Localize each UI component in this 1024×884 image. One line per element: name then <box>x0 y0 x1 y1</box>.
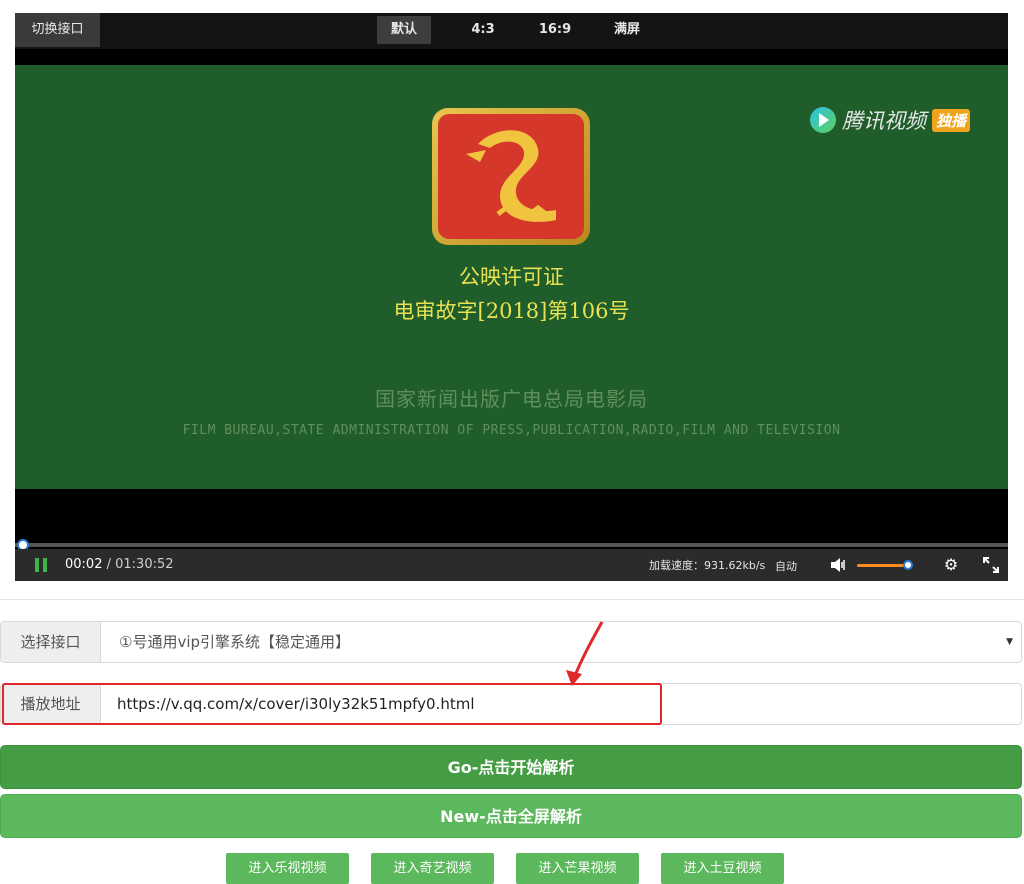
film-bureau-dragon-seal <box>432 108 590 245</box>
ratio-default-button[interactable]: 默认 <box>377 16 431 44</box>
interface-value[interactable]: ①号通用vip引擎系统【稳定通用】 <box>119 622 350 662</box>
ratio-fullscreen-button[interactable]: 满屏 <box>591 16 663 44</box>
ratio-16-9-button[interactable]: 16:9 <box>519 16 591 44</box>
watermark-tag: 独播 <box>932 108 971 132</box>
letv-link-button[interactable]: 进入乐视视频 <box>226 853 349 884</box>
volume-handle[interactable] <box>903 560 913 570</box>
new-fullscreen-parse-button[interactable]: New-点击全屏解析 <box>0 794 1022 838</box>
progress-bar[interactable] <box>15 539 1008 551</box>
page: 切换接口 默认 4:3 16:9 满屏 腾讯视频 独播 公映许可证 电审故字[2… <box>0 0 1024 884</box>
go-parse-button[interactable]: Go-点击开始解析 <box>0 745 1022 789</box>
current-time: 00:02 <box>65 557 103 572</box>
player-topbar: 切换接口 默认 4:3 16:9 满屏 <box>15 13 1008 49</box>
site-links: 进入乐视视频 进入奇艺视频 进入芒果视频 进入土豆视频 <box>226 853 784 884</box>
duration: 01:30:52 <box>115 557 174 572</box>
iqiyi-link-button[interactable]: 进入奇艺视频 <box>371 853 494 884</box>
red-arrow-annotation <box>566 621 604 686</box>
bureau-name-en: FILM BUREAU,STATE ADMINISTRATION OF PRES… <box>182 423 841 438</box>
mango-link-button[interactable]: 进入芒果视频 <box>516 853 639 884</box>
url-label: 播放地址 <box>1 684 101 724</box>
dragon-emblem-icon <box>466 130 556 222</box>
url-field[interactable]: 播放地址 https://v.qq.com/x/cover/i30ly32k51… <box>0 683 1022 725</box>
aspect-ratio-group: 默认 4:3 16:9 满屏 <box>377 16 663 44</box>
video-frame[interactable]: 腾讯视频 独播 公映许可证 电审故字[2018]第106号 国家新闻出版广电总局… <box>15 65 1008 489</box>
tencent-video-watermark: 腾讯视频 独播 <box>810 105 971 135</box>
interface-label: 选择接口 <box>1 622 101 662</box>
chevron-down-icon[interactable]: ▼ <box>1006 622 1013 662</box>
time-display: 00:02 / 01:30:52 <box>65 557 174 572</box>
player-panel: 切换接口 默认 4:3 16:9 满屏 腾讯视频 独播 公映许可证 电审故字[2… <box>0 0 1024 600</box>
license-number: 电审故字[2018]第106号 <box>393 299 630 323</box>
tudou-link-button[interactable]: 进入土豆视频 <box>661 853 784 884</box>
url-input-value[interactable]: https://v.qq.com/x/cover/i30ly32k51mpfy0… <box>117 684 475 724</box>
gear-icon[interactable]: ⚙ <box>943 557 959 573</box>
fullscreen-icon[interactable] <box>983 557 999 573</box>
license-title: 公映许可证 <box>459 265 564 289</box>
watermark-brand: 腾讯视频 <box>842 109 926 133</box>
interface-select[interactable]: 选择接口 ①号通用vip引擎系统【稳定通用】 ▼ <box>0 621 1022 663</box>
tencent-play-icon <box>810 107 836 133</box>
time-separator: / <box>102 557 116 572</box>
ratio-4-3-button[interactable]: 4:3 <box>447 16 519 44</box>
switch-interface-button[interactable]: 切换接口 <box>15 13 100 47</box>
quality-selector[interactable]: 自动 <box>775 558 797 574</box>
pause-icon[interactable] <box>35 558 49 572</box>
video-player[interactable]: 切换接口 默认 4:3 16:9 满屏 腾讯视频 独播 公映许可证 电审故字[2… <box>15 13 1008 581</box>
volume-icon[interactable] <box>830 558 846 572</box>
load-speed: 加载速度：931.62kb/s <box>649 559 766 572</box>
control-bar: 00:02 / 01:30:52 加载速度：931.62kb/s 自动 ⚙ <box>15 549 1008 581</box>
bureau-name-cn: 国家新闻出版广电总局电影局 <box>375 387 648 411</box>
